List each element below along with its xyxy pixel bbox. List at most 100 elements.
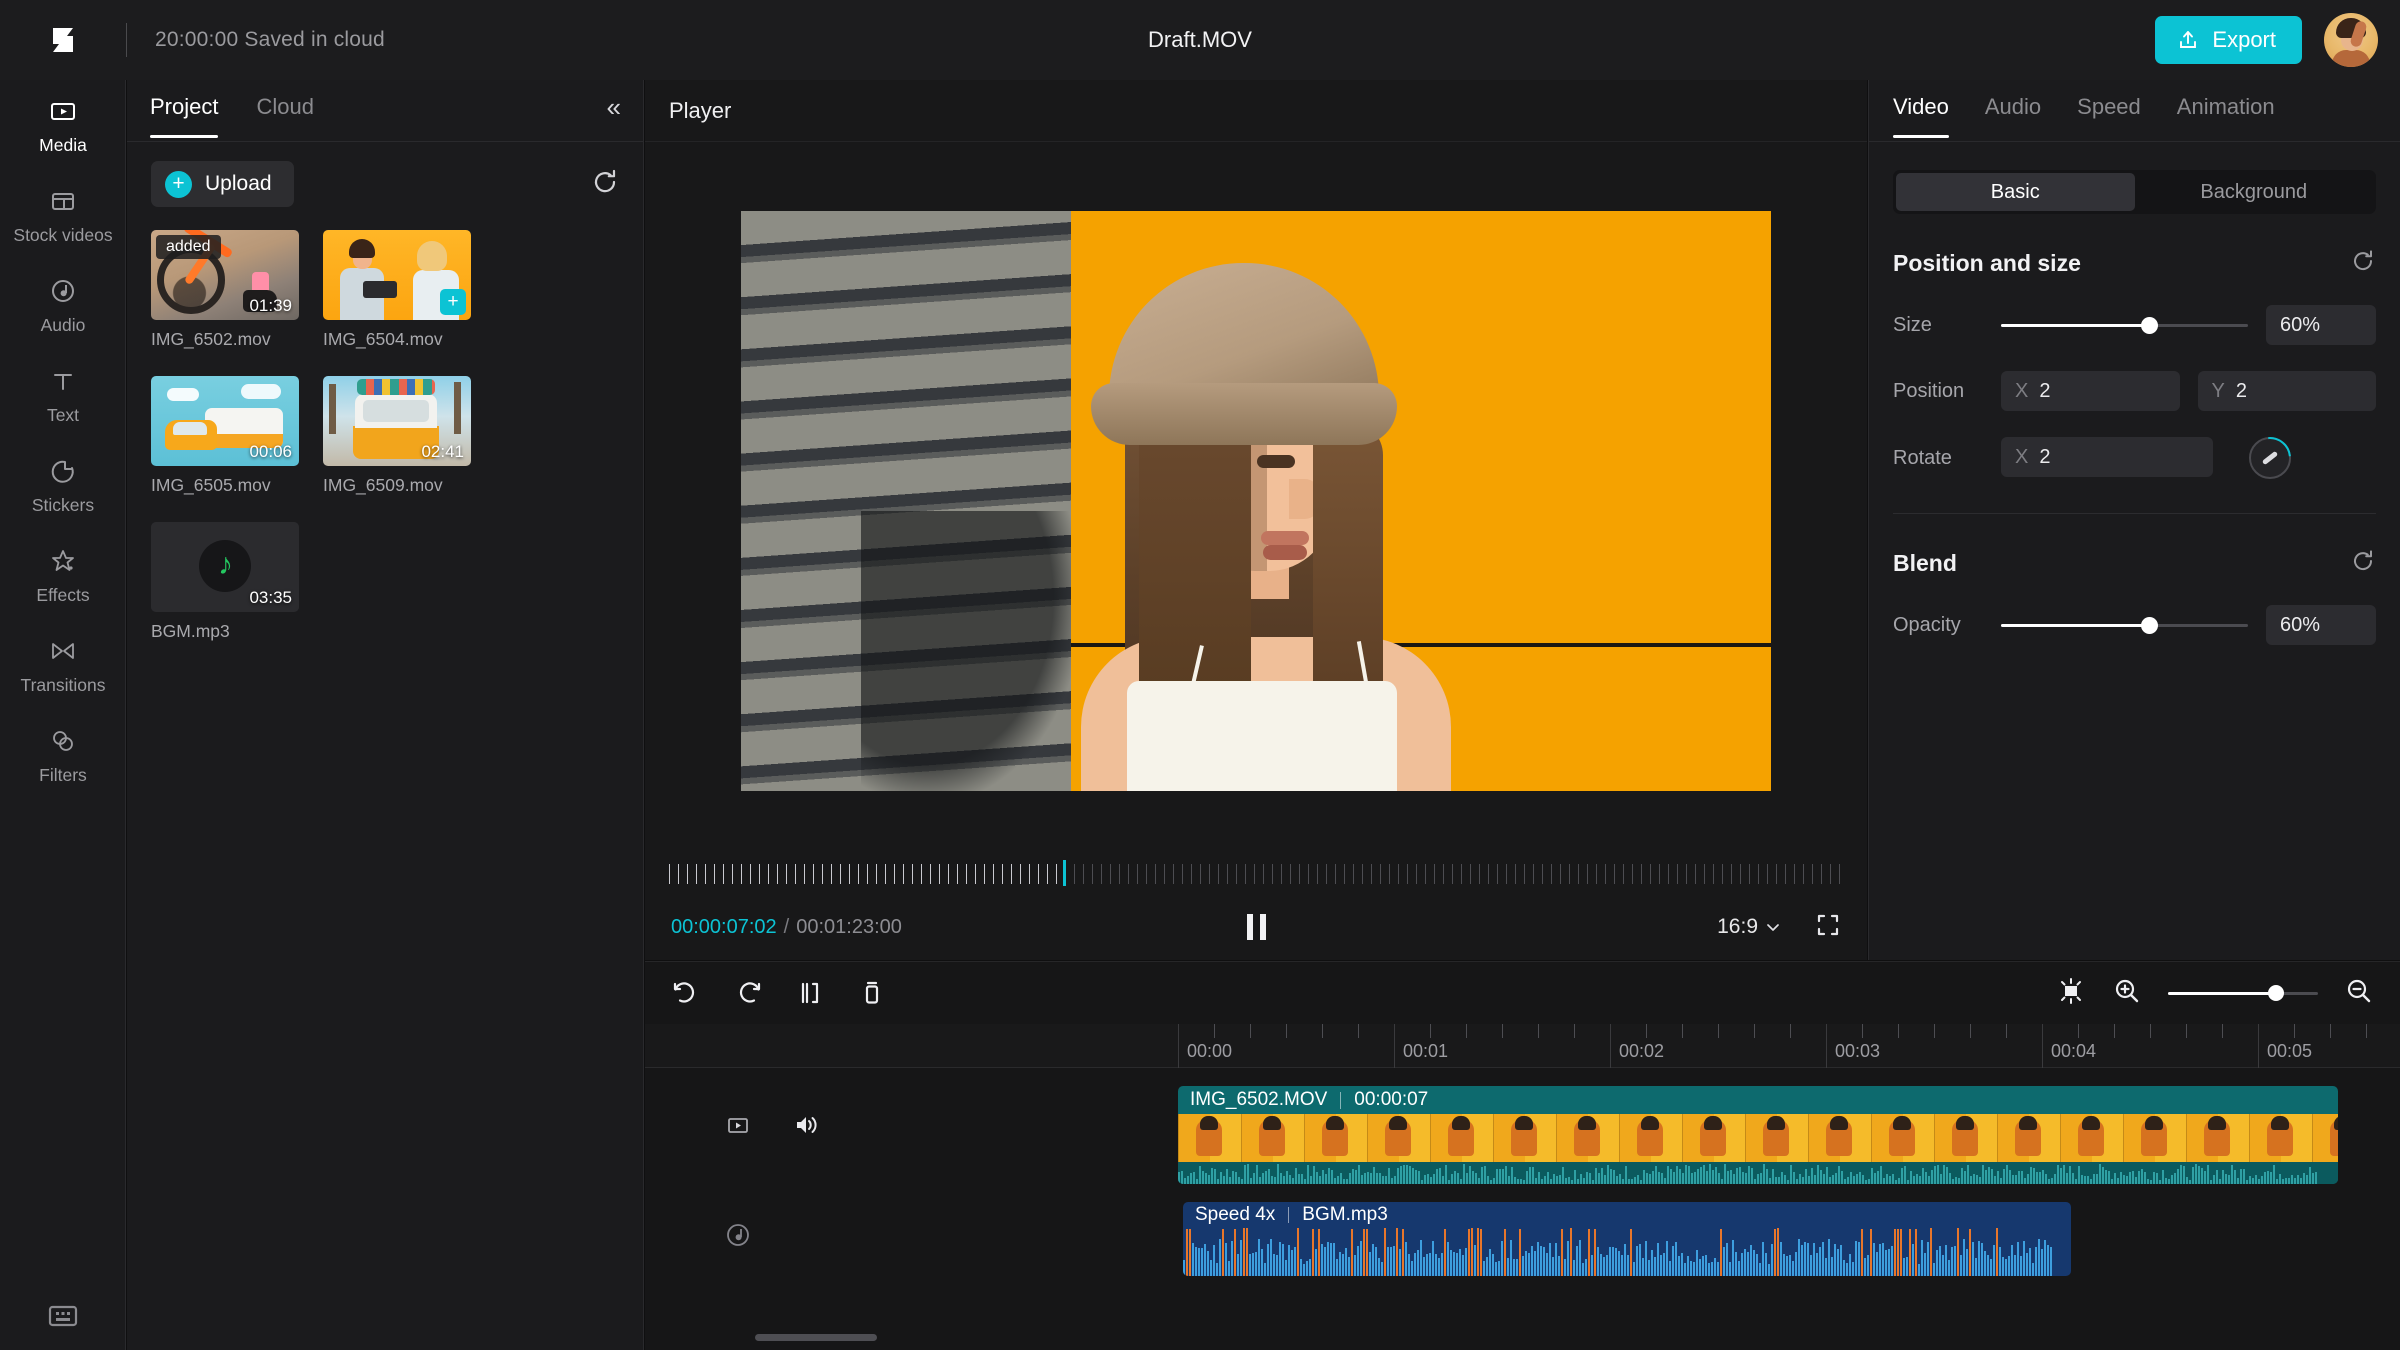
- add-media-button[interactable]: +: [440, 289, 466, 315]
- segment-background[interactable]: Background: [2135, 173, 2374, 211]
- tab-video[interactable]: Video: [1893, 94, 1949, 138]
- waveform-bar: [1219, 1238, 1221, 1276]
- ruler-minor-tick: [1970, 1024, 1971, 1038]
- media-item[interactable]: 02:41 IMG_6509.mov: [323, 376, 471, 496]
- waveform-bar: [1213, 1245, 1215, 1276]
- pause-icon[interactable]: [1236, 907, 1276, 947]
- video-track-icon[interactable]: [723, 1110, 753, 1140]
- rotate-x-field[interactable]: X 2: [2001, 437, 2213, 477]
- scrollbar-thumb[interactable]: [755, 1334, 877, 1341]
- opacity-slider[interactable]: [2001, 615, 2248, 635]
- slider-knob[interactable]: [2268, 985, 2284, 1001]
- timeline-horizontal-scrollbar[interactable]: [645, 1330, 2400, 1344]
- upload-button[interactable]: + Upload: [151, 161, 294, 207]
- waveform-bar: [1310, 1176, 1312, 1184]
- media-thumbnail[interactable]: added 01:39: [151, 230, 299, 320]
- aspect-ratio-button[interactable]: 16:9: [1717, 915, 1781, 939]
- waveform-bar: [1352, 1169, 1354, 1184]
- sidebar-item-text[interactable]: Text: [0, 350, 126, 440]
- collapse-left-icon[interactable]: «: [607, 94, 621, 120]
- zoom-in-icon[interactable]: [2112, 976, 2142, 1011]
- tab-project[interactable]: Project: [150, 94, 219, 138]
- waveform-bar: [1921, 1240, 1923, 1276]
- audio-track-icon[interactable]: [723, 1220, 753, 1250]
- video-clip[interactable]: IMG_6502.MOV 00:00:07: [1178, 1086, 2338, 1184]
- waveform-bar: [1624, 1244, 1626, 1276]
- save-status: 20:00:00 Saved in cloud: [155, 28, 385, 51]
- preview-canvas[interactable]: [741, 211, 1771, 791]
- undo-icon[interactable]: [671, 978, 701, 1008]
- waveform-bar: [1208, 1175, 1210, 1184]
- media-item[interactable]: 00:06 IMG_6505.mov: [151, 376, 299, 496]
- delete-icon[interactable]: [857, 978, 887, 1008]
- export-button[interactable]: Export: [2155, 16, 2302, 64]
- media-thumbnail[interactable]: 02:41: [323, 376, 471, 466]
- waveform-bar: [1502, 1169, 1504, 1184]
- waveform-bar: [1673, 1172, 1675, 1184]
- sidebar-item-filters[interactable]: Filters: [0, 710, 126, 800]
- tab-audio[interactable]: Audio: [1985, 94, 2041, 138]
- split-icon[interactable]: [795, 978, 825, 1008]
- ruler-minor-tick: [1790, 1024, 1791, 1038]
- avatar[interactable]: [2324, 13, 2378, 67]
- captions-icon[interactable]: [46, 1302, 80, 1330]
- waveform-bar: [1477, 1228, 1479, 1276]
- media-item[interactable]: + IMG_6504.mov: [323, 230, 471, 350]
- waveform-bar: [1229, 1177, 1231, 1184]
- fullscreen-icon[interactable]: [1815, 912, 1841, 943]
- waveform-bar: [1472, 1170, 1474, 1184]
- segment-basic[interactable]: Basic: [1896, 173, 2135, 211]
- size-slider[interactable]: [2001, 315, 2248, 335]
- waveform-bar: [1682, 1172, 1684, 1184]
- timeline-toolbar-right: [2056, 976, 2374, 1011]
- waveform-bar: [1954, 1245, 1956, 1276]
- sidebar-item-transitions[interactable]: Transitions: [0, 620, 126, 710]
- ruler-minor-tick: [1502, 1024, 1503, 1038]
- media-thumbnail[interactable]: ♪ 03:35: [151, 522, 299, 612]
- tab-animation[interactable]: Animation: [2177, 94, 2275, 138]
- slider-knob[interactable]: [2141, 316, 2159, 334]
- app-logo[interactable]: [0, 0, 126, 80]
- redo-icon[interactable]: [733, 978, 763, 1008]
- tab-speed[interactable]: Speed: [2077, 94, 2141, 138]
- waveform-bar: [1240, 1240, 1242, 1276]
- volume-icon[interactable]: [791, 1110, 821, 1140]
- ruler-label: 00:03: [1835, 1041, 1881, 1061]
- media-thumbnail[interactable]: +: [323, 230, 471, 320]
- media-item[interactable]: ♪ 03:35 BGM.mp3: [151, 522, 299, 642]
- timeline-ruler[interactable]: 00:0000:0100:0200:0300:0400:0500:0600:07…: [645, 1024, 2400, 1068]
- opacity-value[interactable]: 60%: [2266, 605, 2376, 645]
- size-value[interactable]: 60%: [2266, 305, 2376, 345]
- waveform-bar: [1211, 1167, 1213, 1184]
- player-scrubber[interactable]: [645, 860, 1867, 894]
- sidebar-item-stickers[interactable]: Stickers: [0, 440, 126, 530]
- position-y-field[interactable]: Y 2: [2197, 371, 2376, 411]
- reset-icon[interactable]: [2350, 248, 2376, 279]
- player-controls-right: 16:9: [1717, 912, 1841, 943]
- waveform-bar: [1348, 1256, 1350, 1276]
- scrubber-playhead[interactable]: [1063, 860, 1066, 886]
- waveform-bar: [2048, 1178, 2050, 1184]
- audio-clip[interactable]: Speed 4x BGM.mp3: [1183, 1202, 2071, 1276]
- waveform-bar: [1916, 1174, 1918, 1184]
- zoom-out-icon[interactable]: [2344, 976, 2374, 1011]
- reset-icon[interactable]: [2350, 548, 2376, 579]
- media-item[interactable]: added 01:39 IMG_6502.mov: [151, 230, 299, 350]
- waveform-bar: [1187, 1176, 1189, 1184]
- refresh-icon[interactable]: [591, 168, 619, 201]
- waveform-bar: [1216, 1263, 1218, 1276]
- timeline-zoom-slider[interactable]: [2168, 984, 2318, 1002]
- position-x-field[interactable]: X 2: [2001, 371, 2180, 411]
- media-thumbnail[interactable]: 00:06: [151, 376, 299, 466]
- slider-knob[interactable]: [2141, 616, 2159, 634]
- export-label: Export: [2212, 27, 2276, 52]
- tab-cloud[interactable]: Cloud: [256, 94, 313, 138]
- sidebar-item-effects[interactable]: Effects: [0, 530, 126, 620]
- sidebar-item-media[interactable]: Media: [0, 80, 126, 170]
- waveform-bar: [1456, 1253, 1458, 1276]
- rotate-knob-icon[interactable]: [2240, 428, 2300, 488]
- auto-fit-icon[interactable]: [2056, 976, 2086, 1011]
- sidebar-item-audio[interactable]: Audio: [0, 260, 126, 350]
- sidebar-item-stock-videos[interactable]: Stock videos: [0, 170, 126, 260]
- waveform-bar: [1543, 1247, 1545, 1276]
